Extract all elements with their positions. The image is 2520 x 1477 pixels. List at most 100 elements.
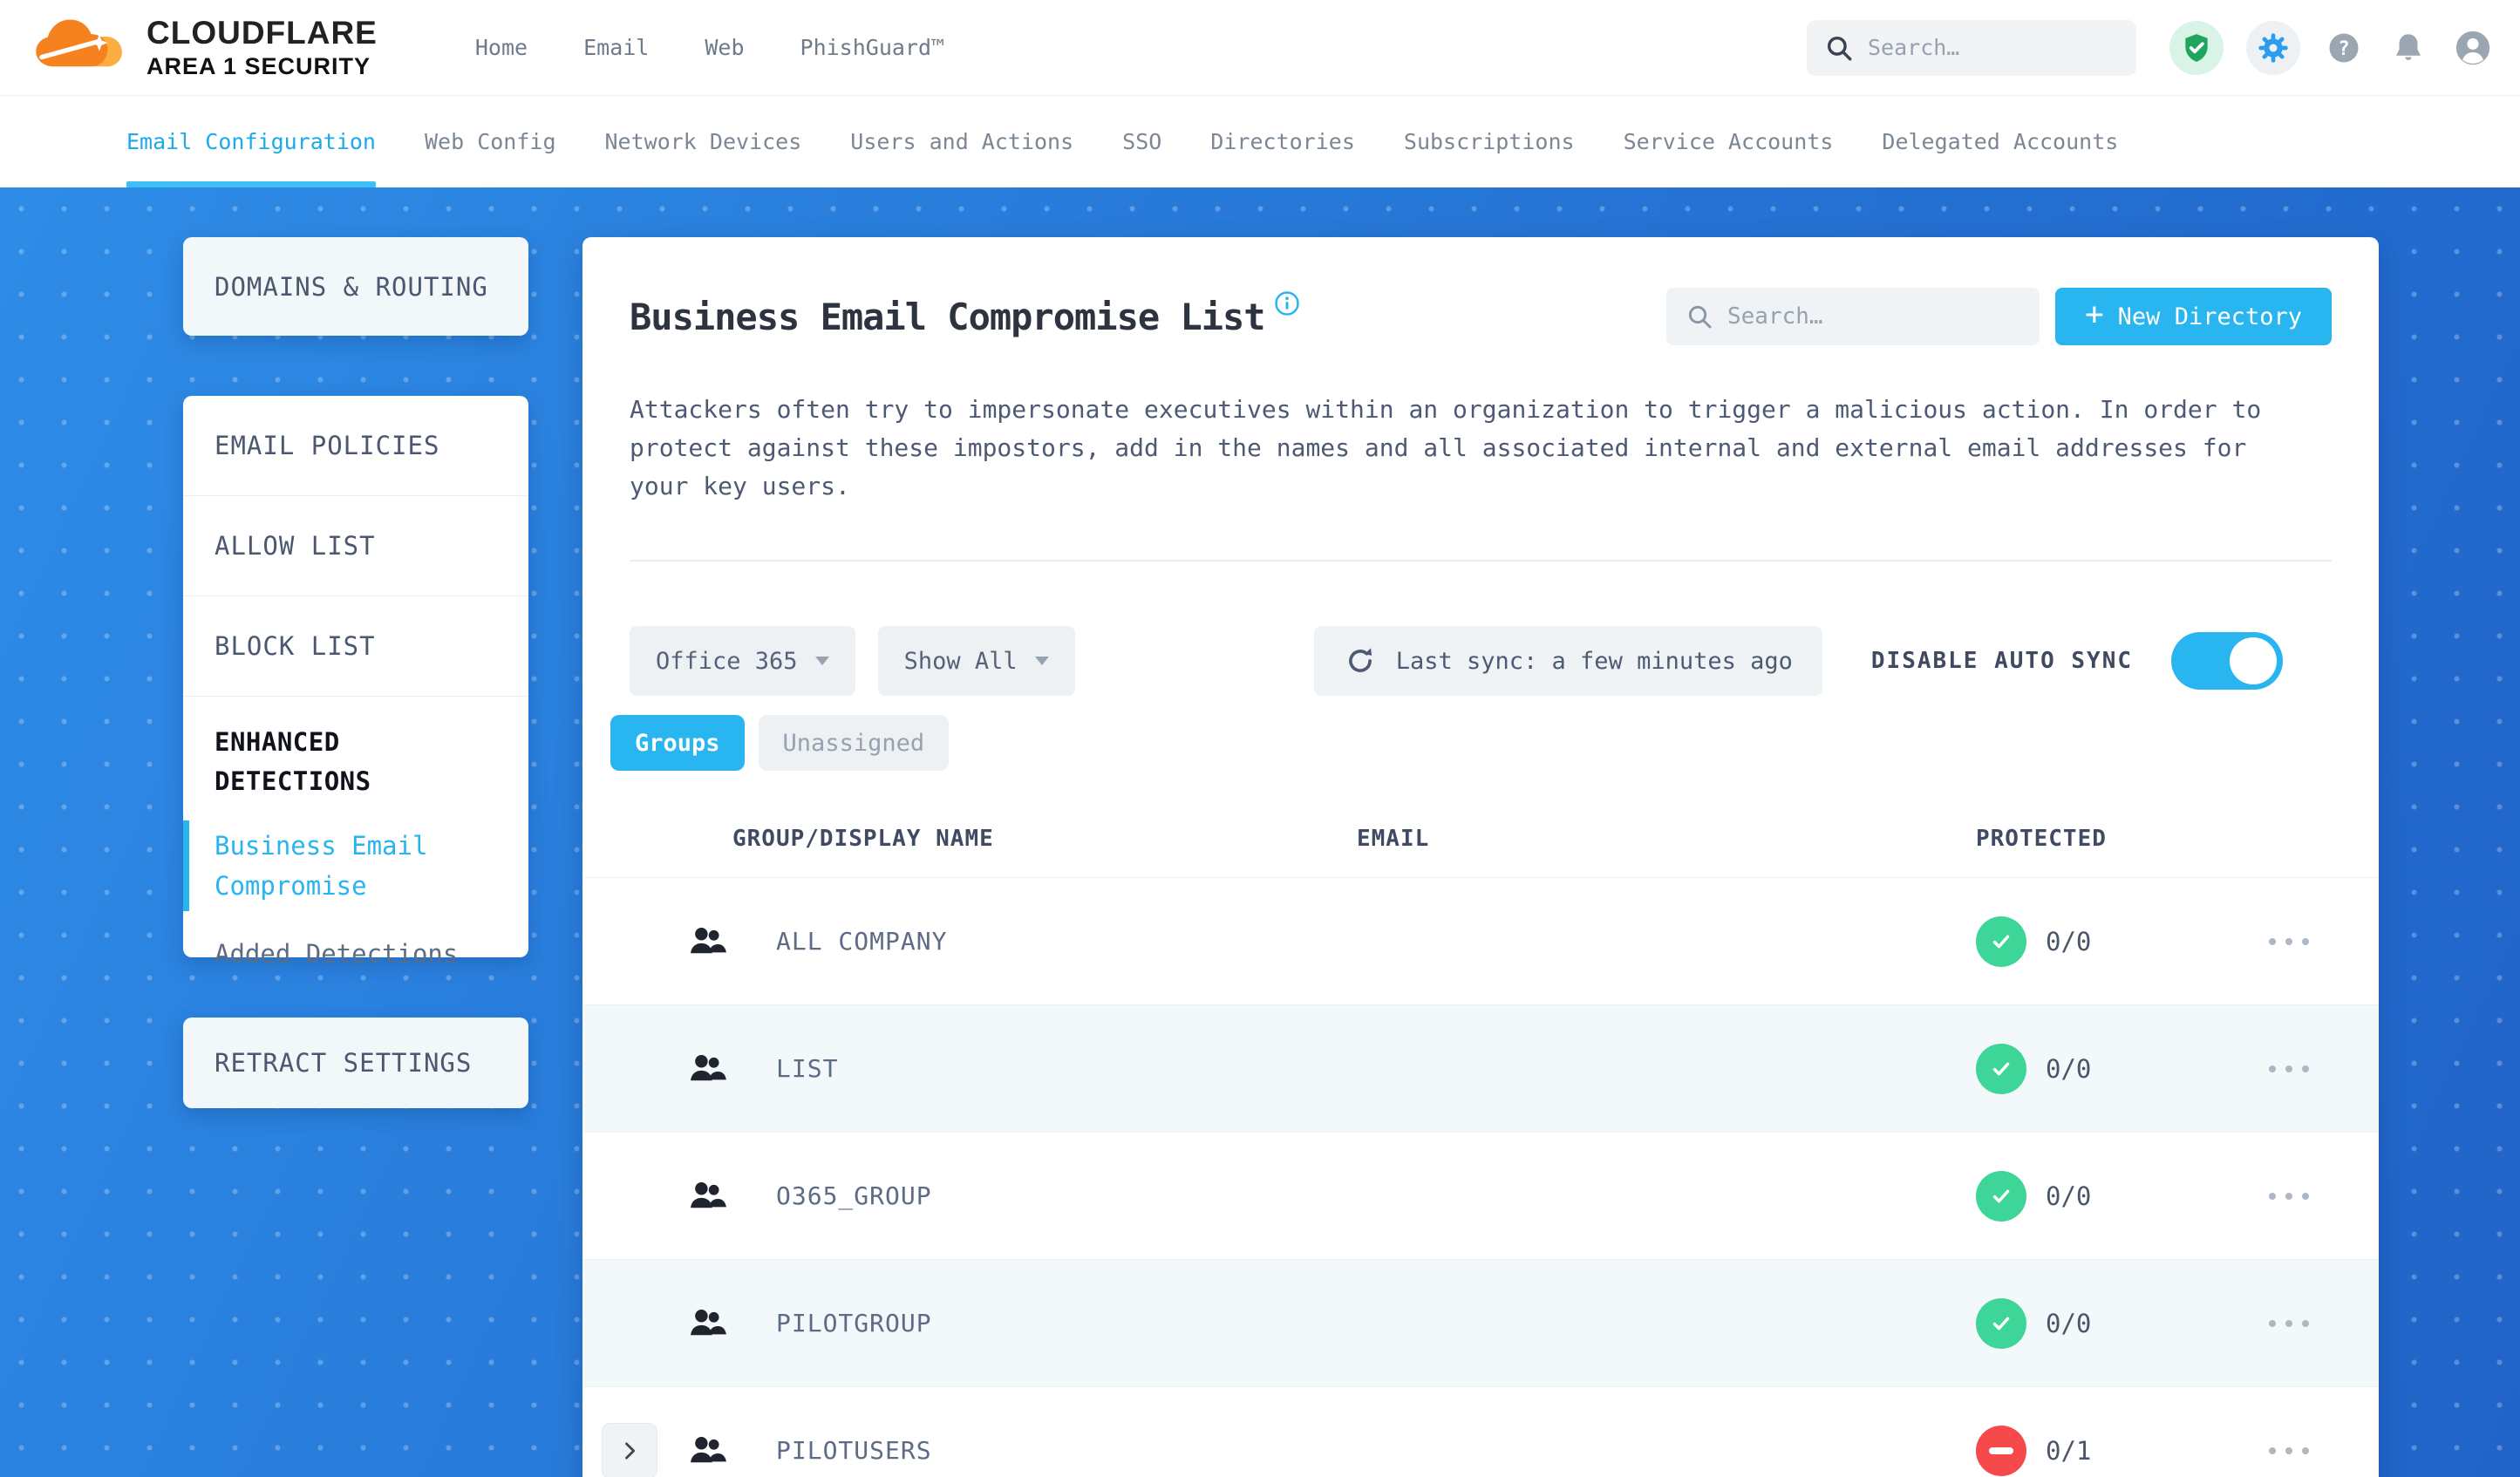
table-row[interactable]: PILOTGROUP 0/0 (582, 1259, 2379, 1386)
sidebar-item-domains-routing: DOMAINS & ROUTING (215, 271, 488, 302)
group-icon (684, 1307, 732, 1340)
minus-icon (1989, 1446, 2013, 1454)
disable-auto-sync-label: DISABLE AUTO SYNC (1870, 648, 2133, 674)
avatar-icon[interactable] (2452, 27, 2494, 69)
svg-text:?: ? (2338, 38, 2349, 60)
refresh-icon (1348, 648, 1372, 672)
table-row[interactable]: ALL COMPANY 0/0 (582, 877, 2379, 1004)
check-icon (1992, 935, 2010, 948)
bell-icon[interactable] (2387, 27, 2429, 69)
toggle-knob (2230, 637, 2277, 684)
protected-status-badge (1976, 1297, 2026, 1349)
chevron-down-icon (1034, 657, 1049, 665)
row-actions-menu[interactable] (2269, 1439, 2309, 1463)
brand-subtitle: AREA 1 SECURITY (146, 52, 371, 79)
primary-nav-link[interactable]: Email (583, 35, 649, 60)
section-tab[interactable]: Web Config (425, 96, 556, 187)
section-tabs: Email Configuration Web Config Network D… (0, 96, 2520, 187)
shield-check-icon[interactable] (2169, 20, 2224, 75)
sidebar-item-added-detections[interactable]: Added Detections (215, 934, 497, 974)
sidebar-card-policies: EMAIL POLICIES ALLOW LIST BLOCK LIST ENH… (183, 396, 528, 969)
table-row[interactable]: PILOTUSERS 0/1 (582, 1386, 2379, 1477)
cloudflare-logo[interactable]: CLOUDFLARE AREA 1 SECURITY (31, 16, 378, 80)
page-description: Attackers often try to impersonate execu… (630, 395, 2262, 500)
group-name: LIST (776, 1054, 839, 1083)
primary-nav-link[interactable]: Web (705, 35, 744, 60)
primary-nav: Home Email Web PhishGuard™ (475, 35, 944, 60)
brand-name: CLOUDFLARE (146, 14, 378, 51)
protected-count: 0/0 (2046, 1181, 2092, 1211)
group-icon (684, 1180, 732, 1213)
sidebar-item-enhanced-detections[interactable]: ENHANCED DETECTIONS (215, 723, 441, 801)
protected-count: 0/1 (2046, 1435, 2092, 1466)
section-tab[interactable]: Email Configuration (126, 96, 376, 187)
content-stage: DOMAINS & ROUTING EMAIL POLICIES ALLOW L… (0, 187, 2520, 1477)
topbar-icons: ? (2169, 20, 2494, 75)
view-switcher: Groups Unassigned (610, 715, 2332, 771)
row-actions-menu[interactable] (2269, 1184, 2309, 1208)
column-protected: PROTECTED (1976, 826, 2107, 852)
groups-table: GROUP/DISPLAY NAME EMAIL PROTECTED ALL C… (582, 823, 2379, 1477)
sidebar-item-business-email-compromise[interactable]: Business Email Compromise (183, 820, 441, 911)
protected-status-badge (1976, 1170, 2026, 1222)
row-actions-menu[interactable] (2269, 929, 2309, 954)
primary-nav-link[interactable]: Home (475, 35, 528, 60)
protected-status-badge (1976, 1043, 2026, 1094)
view-pill[interactable]: Unassigned (758, 715, 950, 771)
protected-status-badge (1976, 1425, 2026, 1476)
sidebar-item[interactable]: EMAIL POLICIES (183, 396, 528, 496)
section-tab[interactable]: Delegated Accounts (1882, 96, 2118, 187)
group-icon (684, 1052, 732, 1086)
section-tab[interactable]: SSO (1122, 96, 1161, 187)
section-tab[interactable]: Directories (1210, 96, 1355, 187)
main-panel: Business Email Compromise List + New Dir… (582, 237, 2379, 1477)
group-icon (684, 1434, 732, 1467)
check-icon (1992, 1317, 2010, 1330)
sidebar-card-domains-routing[interactable]: DOMAINS & ROUTING (183, 237, 528, 336)
directory-type-dropdown[interactable]: Office 365 (630, 626, 855, 696)
plus-icon: + (2084, 296, 2104, 332)
list-search-input[interactable] (1727, 303, 2020, 330)
section-tab[interactable]: Users and Actions (850, 96, 1073, 187)
sidebar-item-retract-settings: RETRACT SETTINGS (215, 1048, 473, 1078)
show-filter-dropdown[interactable]: Show All (877, 626, 1075, 696)
list-search[interactable] (1665, 288, 2040, 345)
last-sync-status[interactable]: Last sync: a few minutes ago (1313, 626, 1822, 696)
divider (630, 560, 2332, 562)
gear-icon[interactable] (2246, 20, 2300, 75)
view-pill[interactable]: Groups (610, 715, 745, 771)
table-row[interactable]: LIST 0/0 (582, 1004, 2379, 1132)
sidebar-card-retract-settings[interactable]: RETRACT SETTINGS (183, 1018, 528, 1108)
protected-count: 0/0 (2046, 1053, 2092, 1084)
sidebar-item[interactable]: BLOCK LIST (183, 596, 528, 697)
check-icon (1992, 1062, 2010, 1075)
column-email: EMAIL (1357, 826, 1430, 852)
check-icon (1992, 1189, 2010, 1202)
row-actions-menu[interactable] (2269, 1057, 2309, 1081)
row-actions-menu[interactable] (2269, 1311, 2309, 1336)
group-name: PILOTUSERS (776, 1436, 932, 1465)
protected-count: 0/0 (2046, 926, 2092, 956)
info-icon[interactable] (1274, 290, 1300, 320)
group-name: O365_GROUP (776, 1181, 932, 1210)
auto-sync-toggle[interactable] (2171, 632, 2283, 690)
section-tab[interactable]: Service Accounts (1624, 96, 1834, 187)
topbar: CLOUDFLARE AREA 1 SECURITY Home Email We… (0, 0, 2520, 96)
table-row[interactable]: O365_GROUP 0/0 (582, 1132, 2379, 1259)
primary-nav-link[interactable]: PhishGuard™ (800, 35, 945, 60)
section-tab[interactable]: Subscriptions (1404, 96, 1575, 187)
sidebar-item[interactable]: ALLOW LIST (183, 496, 528, 596)
search-icon (1827, 36, 1852, 60)
global-search-input[interactable] (1868, 35, 2119, 60)
protected-count: 0/0 (2046, 1308, 2092, 1338)
help-icon[interactable]: ? (2323, 27, 2365, 69)
new-directory-button[interactable]: + New Directory (2054, 288, 2332, 345)
group-name: PILOTGROUP (776, 1309, 932, 1337)
global-search[interactable] (1807, 19, 2136, 76)
chevron-right-icon (625, 1441, 636, 1460)
search-icon (1688, 305, 1712, 329)
column-group-display-name: GROUP/DISPLAY NAME (732, 826, 994, 852)
section-tab[interactable]: Network Devices (605, 96, 802, 187)
expand-row-button[interactable] (602, 1422, 657, 1477)
table-header: GROUP/DISPLAY NAME EMAIL PROTECTED (582, 823, 2379, 854)
